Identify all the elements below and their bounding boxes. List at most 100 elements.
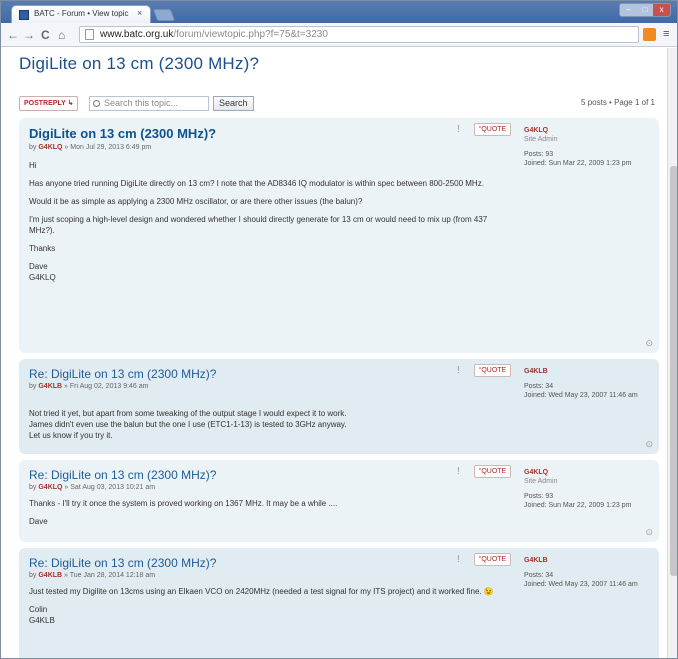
search-icon <box>93 100 100 107</box>
forward-icon[interactable]: → <box>23 28 35 42</box>
post-paragraph: Dave <box>29 517 48 526</box>
back-to-top-icon[interactable]: ⊙ <box>645 338 653 349</box>
post-body: Thanks - I'll try it once the system is … <box>29 498 499 534</box>
tab-title: BATC - Forum • View topic <box>34 9 129 18</box>
post-title[interactable]: DigiLite on 13 cm (2300 MHz)? <box>29 126 216 141</box>
profile-posts: Posts: 93 <box>524 493 554 500</box>
reload-icon[interactable]: C <box>41 28 50 42</box>
post-byline: by G4KLB » Tue Jan 28, 2014 12:18 am <box>29 572 155 579</box>
search-button[interactable]: Search <box>213 96 254 111</box>
back-icon[interactable]: ← <box>7 28 19 42</box>
rss-extension-icon[interactable] <box>643 28 656 41</box>
post: DigiLite on 13 cm (2300 MHz)? ! “QUOTE b… <box>19 118 659 353</box>
page-title[interactable]: DigiLite on 13 cm (2300 MHz)? <box>19 54 259 74</box>
profile-username[interactable]: G4KLQ <box>524 468 649 477</box>
profile-joined: Joined: Wed May 23, 2007 11:46 am <box>524 392 638 399</box>
search-placeholder: Search this topic... <box>104 98 179 108</box>
favicon-icon <box>19 10 29 20</box>
post-profile: G4KLB Posts: 34 Joined: Wed May 23, 2007… <box>524 367 649 400</box>
post-profile: G4KLQ Site Admin Posts: 93 Joined: Sun M… <box>524 468 649 510</box>
post-author[interactable]: G4KLQ <box>38 144 62 151</box>
post-author[interactable]: G4KLB <box>38 572 62 579</box>
post-byline: by G4KLQ » Mon Jul 29, 2013 6:49 pm <box>29 144 151 151</box>
post: Re: DigiLite on 13 cm (2300 MHz)? ! “QUO… <box>19 359 659 454</box>
scrollbar-thumb[interactable] <box>670 166 677 576</box>
post-date: » Sat Aug 03, 2013 10:21 am <box>62 484 156 491</box>
page-content: DigiLite on 13 cm (2300 MHz)? POSTREPLY … <box>1 48 667 658</box>
close-window-button[interactable]: x <box>653 4 671 16</box>
post-paragraph: Just tested my Digilite on 13cms using a… <box>29 587 494 596</box>
search-input[interactable]: Search this topic... <box>89 96 209 111</box>
post-paragraph: Thanks - I'll try it once the system is … <box>29 499 338 508</box>
quote-button[interactable]: “QUOTE <box>474 364 512 377</box>
maximize-button[interactable]: □ <box>637 4 654 16</box>
page-scrollbar[interactable] <box>667 48 677 658</box>
post-byline: by G4KLQ » Sat Aug 03, 2013 10:21 am <box>29 484 155 491</box>
report-icon[interactable]: ! <box>457 124 460 135</box>
post-author[interactable]: G4KLQ <box>38 484 62 491</box>
tab-strip: BATC - Forum • View topic × – □ x <box>1 1 677 23</box>
home-icon[interactable]: ⌂ <box>58 28 65 42</box>
profile-rank: Site Admin <box>524 478 558 485</box>
profile-joined: Joined: Wed May 23, 2007 11:46 am <box>524 581 638 588</box>
back-to-top-icon[interactable]: ⊙ <box>645 439 653 450</box>
post-date: » Tue Jan 28, 2014 12:18 am <box>62 572 156 579</box>
minimize-button[interactable]: – <box>620 4 637 16</box>
report-icon[interactable]: ! <box>457 554 460 565</box>
post-paragraph: Would it be as simple as applying a 2300… <box>29 197 363 206</box>
post-paragraph: I'm just scoping a high-level design and… <box>29 215 488 235</box>
url-text: www.batc.org.uk/forum/viewtopic.php?f=75… <box>100 29 328 40</box>
post-date: » Mon Jul 29, 2013 6:49 pm <box>62 144 152 151</box>
post-title[interactable]: Re: DigiLite on 13 cm (2300 MHz)? <box>29 556 216 570</box>
byline-prefix: by <box>29 144 37 151</box>
tab-close-icon[interactable]: × <box>137 8 142 18</box>
post: Re: DigiLite on 13 cm (2300 MHz)? ! “QUO… <box>19 460 659 542</box>
post-body: Just tested my Digilite on 13cms using a… <box>29 586 499 633</box>
browser-window: BATC - Forum • View topic × – □ x ← → C … <box>0 0 678 659</box>
byline-prefix: by <box>29 484 37 491</box>
new-tab-button[interactable] <box>152 9 176 21</box>
browser-tab[interactable]: BATC - Forum • View topic × <box>11 5 151 23</box>
quote-button[interactable]: “QUOTE <box>474 553 512 566</box>
profile-username[interactable]: G4KLQ <box>524 126 649 135</box>
post-paragraph: Not tried it yet, but apart from some tw… <box>29 409 347 440</box>
post-body: Hi Has anyone tried running DigiLite dir… <box>29 160 499 290</box>
post-paragraph: Hi <box>29 161 37 170</box>
post-paragraph: Colin G4KLB <box>29 605 55 625</box>
menu-icon[interactable]: ≡ <box>663 28 669 40</box>
byline-prefix: by <box>29 383 37 390</box>
profile-rank: Site Admin <box>524 136 558 143</box>
profile-posts: Posts: 34 <box>524 572 554 579</box>
post-title[interactable]: Re: DigiLite on 13 cm (2300 MHz)? <box>29 367 216 381</box>
topic-actions-bar: POSTREPLY ↳ Search this topic... Search … <box>19 96 659 112</box>
post-profile: G4KLB Posts: 34 Joined: Wed May 23, 2007… <box>524 556 649 589</box>
byline-prefix: by <box>29 572 37 579</box>
post-date: » Fri Aug 02, 2013 9:46 am <box>62 383 149 390</box>
post-reply-button[interactable]: POSTREPLY ↳ <box>19 96 79 111</box>
url-host: www.batc.org.uk <box>100 29 174 40</box>
report-icon[interactable]: ! <box>457 365 460 376</box>
post-author[interactable]: G4KLB <box>38 383 62 390</box>
window-controls: – □ x <box>619 3 671 17</box>
quote-button[interactable]: “QUOTE <box>474 465 512 478</box>
profile-joined: Joined: Sun Mar 22, 2009 1:23 pm <box>524 502 632 509</box>
post-body: Not tried it yet, but apart from some tw… <box>29 397 499 459</box>
profile-username[interactable]: G4KLB <box>524 556 649 565</box>
post-title[interactable]: Re: DigiLite on 13 cm (2300 MHz)? <box>29 468 216 482</box>
profile-joined: Joined: Sun Mar 22, 2009 1:23 pm <box>524 160 632 167</box>
browser-toolbar: ← → C ⌂ www.batc.org.uk/forum/viewtopic.… <box>1 23 677 47</box>
report-icon[interactable]: ! <box>457 466 460 477</box>
post-profile: G4KLQ Site Admin Posts: 93 Joined: Sun M… <box>524 126 649 168</box>
post: Re: DigiLite on 13 cm (2300 MHz)? ! “QUO… <box>19 548 659 658</box>
post-paragraph: Dave G4KLQ <box>29 262 56 282</box>
profile-posts: Posts: 93 <box>524 151 554 158</box>
quote-button[interactable]: “QUOTE <box>474 123 512 136</box>
page-icon <box>85 29 94 40</box>
back-to-top-icon[interactable]: ⊙ <box>645 527 653 538</box>
address-bar[interactable]: www.batc.org.uk/forum/viewtopic.php?f=75… <box>79 26 639 43</box>
post-byline: by G4KLB » Fri Aug 02, 2013 9:46 am <box>29 383 148 390</box>
url-path: /forum/viewtopic.php?f=75&t=3230 <box>173 29 328 40</box>
profile-username[interactable]: G4KLB <box>524 367 649 376</box>
post-paragraph: Thanks <box>29 244 56 253</box>
profile-posts: Posts: 34 <box>524 383 554 390</box>
